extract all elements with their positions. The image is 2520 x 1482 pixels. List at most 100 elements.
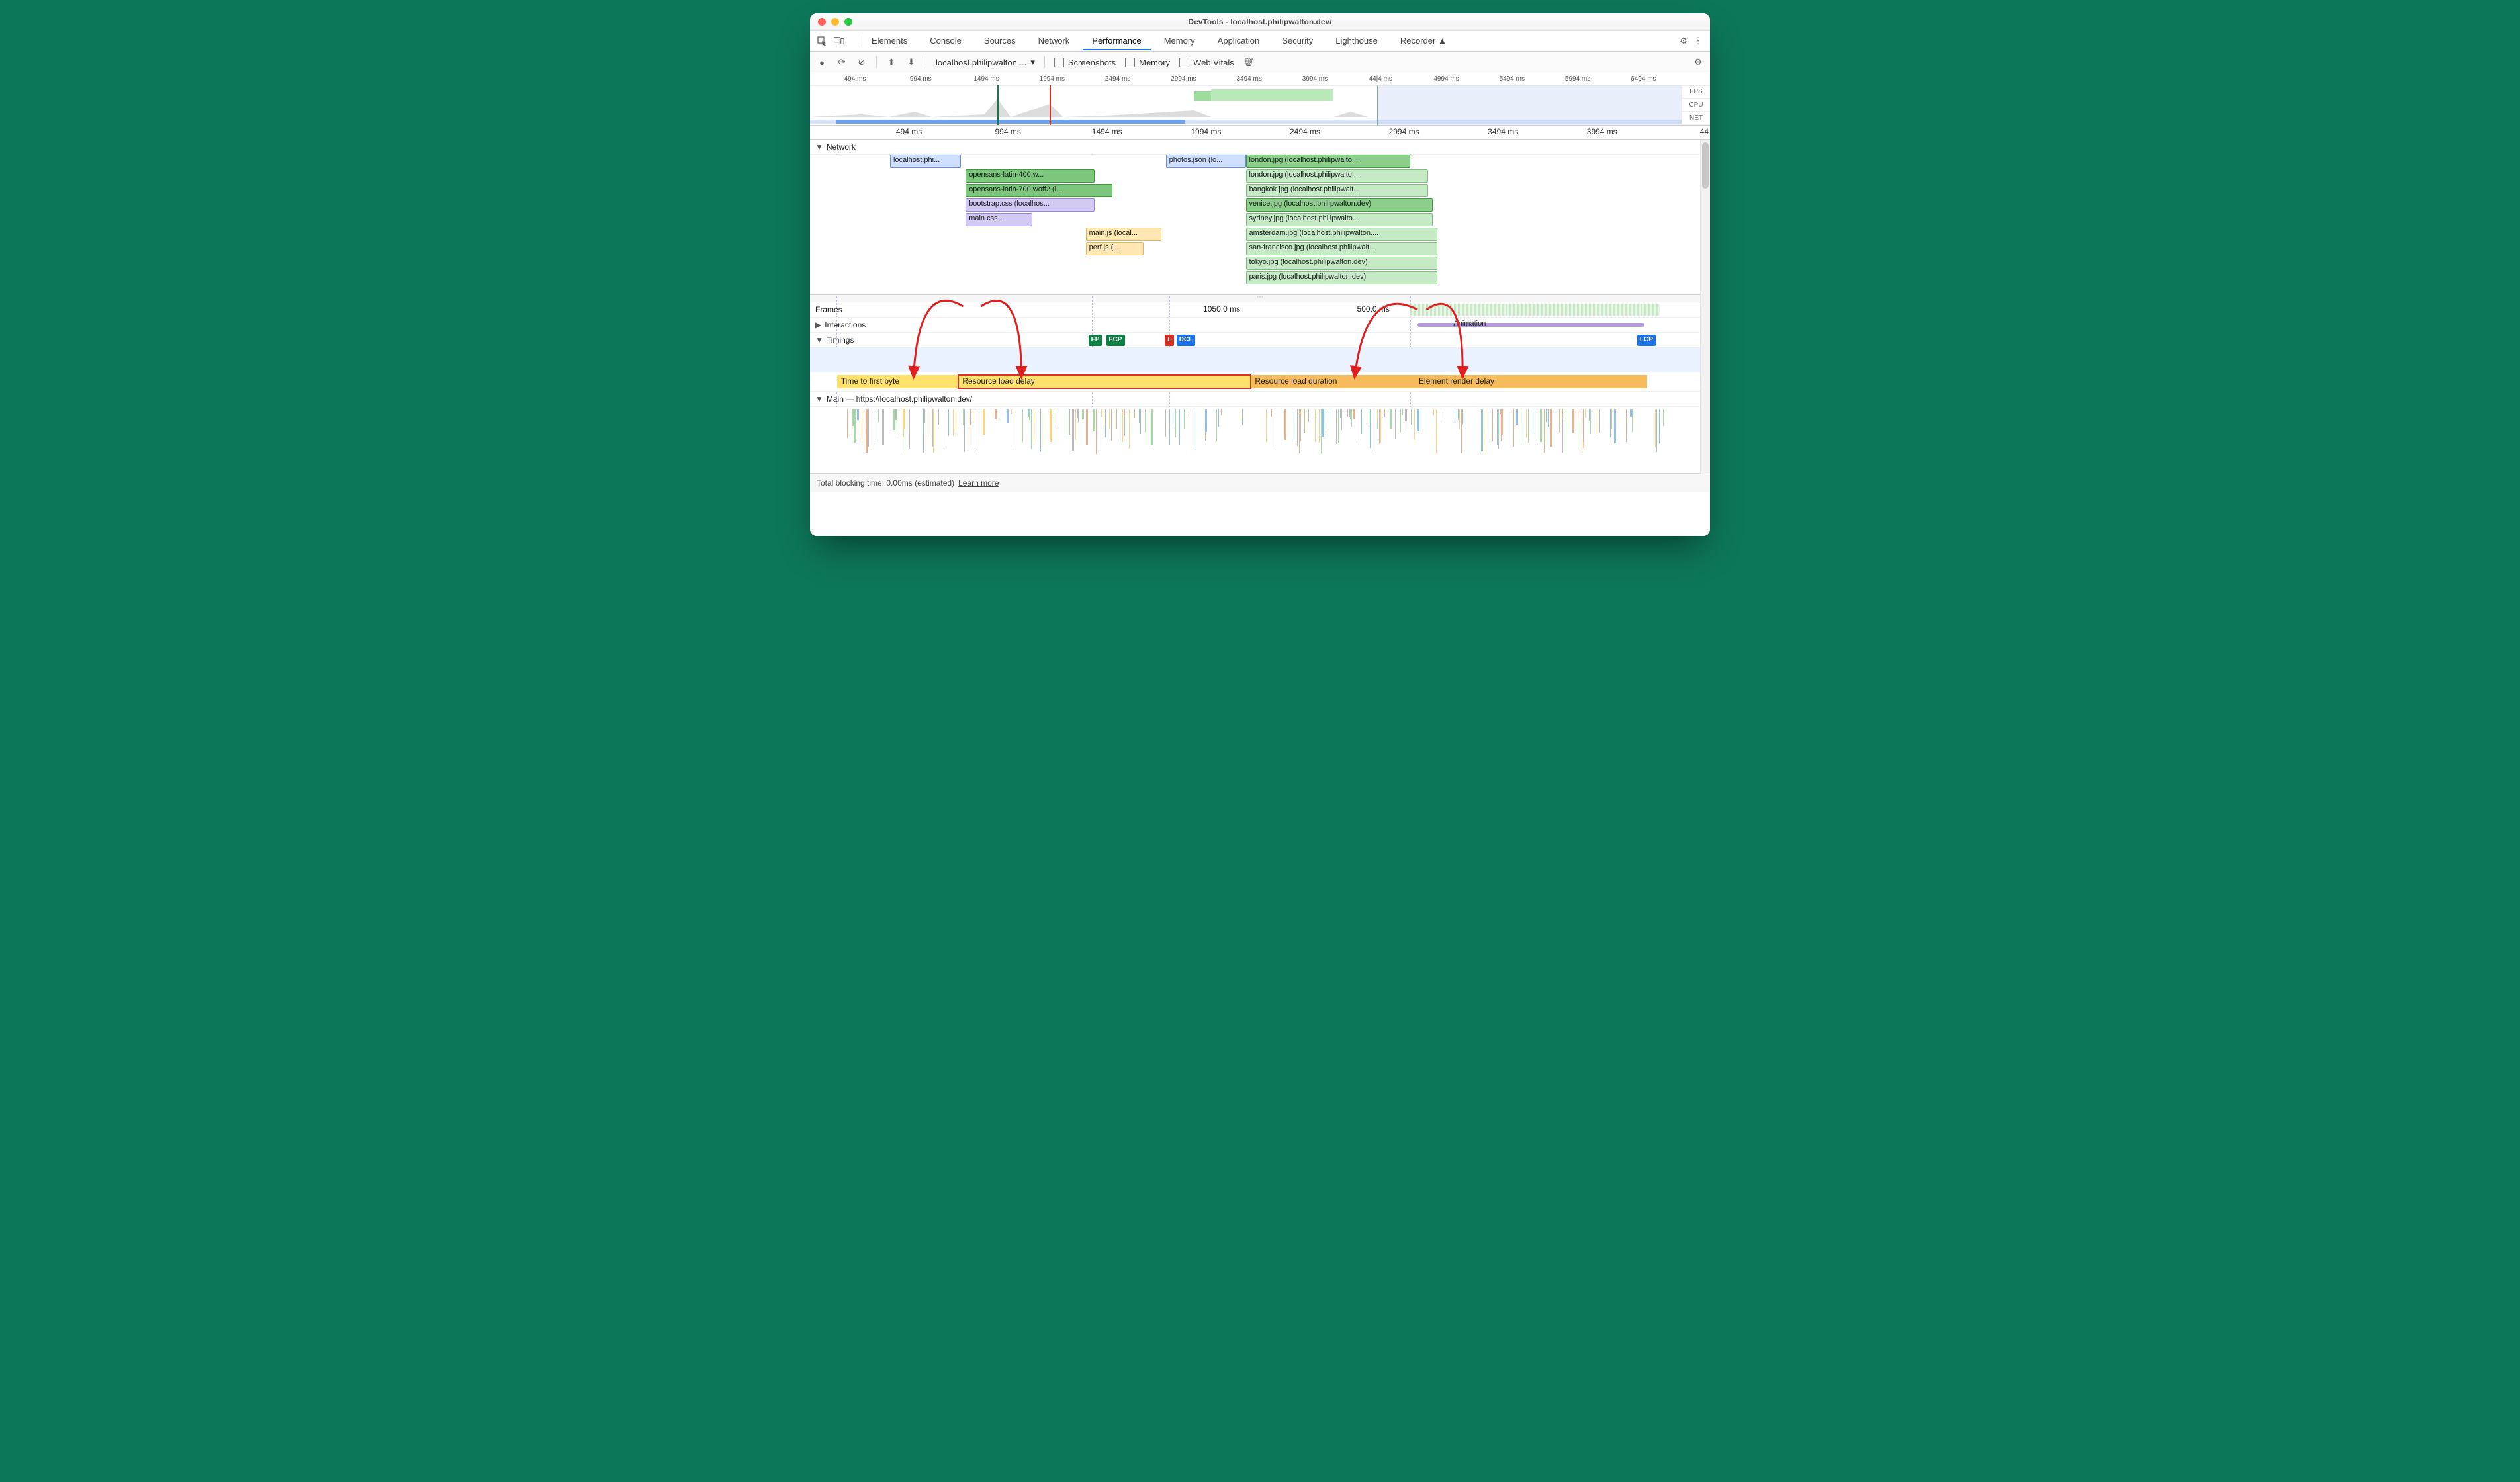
minimize-icon[interactable] (831, 18, 839, 26)
learn-more-link[interactable]: Learn more (958, 478, 999, 488)
vertical-scrollbar[interactable] (1700, 140, 1710, 474)
tab-console[interactable]: Console (921, 32, 971, 50)
webvitals-checkbox[interactable]: Web Vitals (1179, 58, 1234, 67)
overview-tick: 5494 ms (1500, 75, 1525, 83)
tab-recorder[interactable]: Recorder ▲ (1391, 32, 1456, 50)
upload-icon[interactable]: ⬆ (886, 57, 897, 67)
ruler-tick: 1494 ms (1092, 127, 1122, 136)
overview-timeline[interactable]: 494 ms994 ms1494 ms1994 ms2494 ms2994 ms… (810, 73, 1710, 126)
inspect-icon[interactable] (817, 36, 827, 46)
tab-elements[interactable]: Elements (862, 32, 917, 50)
window-controls (818, 18, 852, 26)
timing-badge-fp[interactable]: FP (1089, 335, 1102, 346)
pane-splitter[interactable]: ⋯ (810, 294, 1710, 302)
lcp-phase[interactable]: Time to first byte (837, 375, 959, 388)
network-request[interactable]: photos.json (lo... (1166, 155, 1246, 168)
overview-tick: 2494 ms (1105, 75, 1130, 83)
ruler-tick: 994 ms (995, 127, 1021, 136)
network-request[interactable]: london.jpg (localhost.philipwalto... (1246, 169, 1429, 183)
frame-duration: 1050.0 ms (1203, 304, 1240, 314)
overview-ruler: 494 ms994 ms1494 ms1994 ms2494 ms2994 ms… (810, 73, 1710, 86)
network-request[interactable]: sydney.jpg (localhost.philipwalto... (1246, 213, 1433, 226)
overview-tick: 994 ms (910, 75, 932, 83)
lane-net: NET (1682, 112, 1710, 125)
overview-tick: 6494 ms (1631, 75, 1656, 83)
network-request[interactable]: bootstrap.css (localhos... (966, 198, 1095, 212)
tab-performance[interactable]: Performance (1083, 32, 1150, 50)
chevron-down-icon: ▾ (1030, 57, 1035, 67)
download-icon[interactable]: ⬇ (906, 57, 917, 67)
reload-icon[interactable]: ⟳ (836, 57, 847, 67)
overview-tick: 1994 ms (1040, 75, 1065, 83)
performance-toolbar: ● ⟳ ⊘ ⬆ ⬇ localhost.philipwalton.... ▾ S… (810, 52, 1710, 73)
main-thread-header[interactable]: ▼Main — https://localhost.philipwalton.d… (810, 392, 1710, 407)
network-request[interactable]: amsterdam.jpg (localhost.philipwalton...… (1246, 228, 1437, 241)
tab-sources[interactable]: Sources (975, 32, 1025, 50)
ruler-tick: 2494 ms (1290, 127, 1320, 136)
memory-checkbox[interactable]: Memory (1125, 58, 1170, 67)
tab-application[interactable]: Application (1208, 32, 1269, 50)
record-icon[interactable]: ● (817, 57, 827, 67)
network-request[interactable]: paris.jpg (localhost.philipwalton.dev) (1246, 271, 1437, 284)
close-icon[interactable] (818, 18, 826, 26)
capture-select[interactable]: localhost.philipwalton.... ▾ (936, 57, 1035, 67)
frames-hatch (1410, 304, 1659, 316)
more-icon[interactable]: ⋮ (1693, 36, 1703, 46)
network-request[interactable]: tokyo.jpg (localhost.philipwalton.dev) (1246, 257, 1437, 270)
network-request[interactable]: perf.js (l... (1086, 242, 1144, 255)
overview-selection[interactable] (1377, 85, 1682, 125)
ruler-tick: 3994 ms (1587, 127, 1617, 136)
window-title: DevTools - localhost.philipwalton.dev/ (810, 17, 1710, 26)
disclosure-down-icon: ▼ (815, 394, 823, 404)
network-request[interactable]: opensans-latin-700.woff2 (l... (966, 184, 1112, 197)
overview-tick: 1494 ms (973, 75, 999, 83)
main-thread-flamechart[interactable] (810, 407, 1710, 474)
trash-icon[interactable]: 🗑 (1243, 57, 1254, 67)
lane-cpu: CPU (1682, 99, 1710, 112)
network-request[interactable]: opensans-latin-400.w... (966, 169, 1095, 183)
overview-lane-labels: FPS CPU NET (1682, 85, 1710, 125)
timings-body (810, 348, 1710, 372)
timing-badge-l[interactable]: L (1165, 335, 1174, 346)
tab-network[interactable]: Network (1029, 32, 1079, 50)
overview-tick: 3494 ms (1236, 75, 1261, 83)
network-request[interactable]: main.css ... (966, 213, 1032, 226)
lcp-phase[interactable]: Resource load delay (958, 375, 1251, 388)
overview-tick: 494 ms (844, 75, 866, 83)
ruler-tick: 2994 ms (1389, 127, 1419, 136)
titlebar: DevTools - localhost.philipwalton.dev/ (810, 13, 1710, 31)
network-track[interactable]: localhost.phi... opensans-latin-400.w...o… (810, 155, 1710, 294)
network-request[interactable]: main.js (local... (1086, 228, 1161, 241)
network-request[interactable]: san-francisco.jpg (localhost.philipwalt.… (1246, 242, 1437, 255)
zoom-icon[interactable] (844, 18, 852, 26)
network-request[interactable]: london.jpg (localhost.philipwalto... (1246, 155, 1411, 168)
network-request[interactable]: localhost.phi... (890, 155, 962, 168)
network-header[interactable]: ▼Network (810, 140, 1710, 155)
lcp-phase[interactable]: Resource load duration (1251, 375, 1415, 388)
timing-badge-lcp[interactable]: LCP (1637, 335, 1656, 346)
animation-bar (1418, 323, 1644, 327)
device-toggle-icon[interactable] (834, 36, 844, 46)
frames-track[interactable]: Frames 1050.0 ms500.0 ms (810, 302, 1710, 318)
tab-memory[interactable]: Memory (1155, 32, 1204, 50)
timings-track[interactable]: ▼ Timings FPFCPLDCLLCP (810, 333, 1710, 348)
overview-red-marker (1050, 85, 1051, 125)
screenshots-checkbox[interactable]: Screenshots (1054, 58, 1116, 67)
timing-badge-dcl[interactable]: DCL (1177, 335, 1196, 346)
network-request[interactable]: venice.jpg (localhost.philipwalton.dev) (1246, 198, 1433, 212)
overview-tick: 3994 ms (1302, 75, 1328, 83)
lcp-phases-track[interactable]: Time to first byteResource load delayRes… (810, 372, 1710, 392)
lcp-phase[interactable]: Element render delay (1415, 375, 1647, 388)
tab-lighthouse[interactable]: Lighthouse (1326, 32, 1387, 50)
interactions-track[interactable]: ▶ Interactions Animation (810, 318, 1710, 333)
network-request[interactable]: bangkok.jpg (localhost.philipwalt... (1246, 184, 1429, 197)
overview-green-marker (997, 85, 999, 125)
capture-settings-icon[interactable]: ⚙ (1693, 57, 1703, 67)
tab-security[interactable]: Security (1273, 32, 1322, 50)
clear-icon[interactable]: ⊘ (856, 57, 867, 67)
main-ruler[interactable]: 494 ms994 ms1494 ms1994 ms2494 ms2994 ms… (810, 126, 1710, 140)
lane-fps: FPS (1682, 85, 1710, 99)
status-bar: Total blocking time: 0.00ms (estimated) … (810, 474, 1710, 492)
settings-icon[interactable]: ⚙ (1678, 36, 1689, 46)
timing-badge-fcp[interactable]: FCP (1106, 335, 1125, 346)
